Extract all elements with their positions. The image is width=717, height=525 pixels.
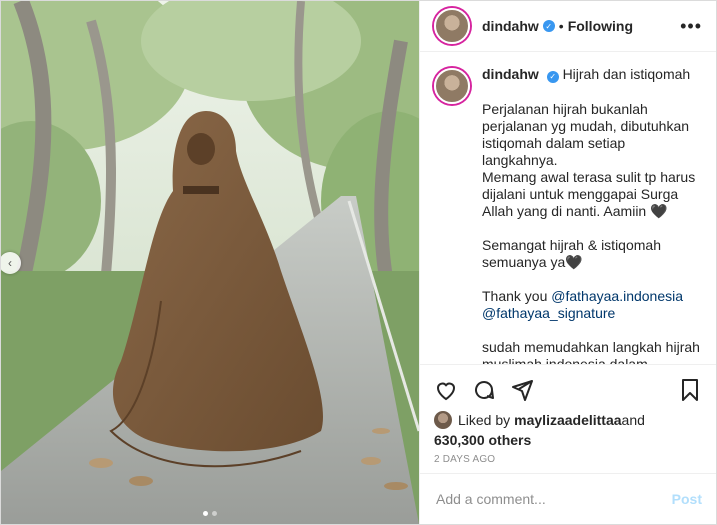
caption-title: Hijrah dan istiqomah [562, 66, 691, 82]
mention-link[interactable]: @fathayaa_signature [482, 305, 615, 321]
more-options-icon[interactable]: ••• [680, 16, 702, 37]
post-comment-button[interactable]: Post [672, 491, 702, 507]
following-button[interactable]: Following [568, 18, 633, 34]
caption-thanks: Thank you @fathayaa.indonesia @fathayaa_s… [482, 288, 702, 322]
liked-by-prefix: Liked by [458, 412, 511, 428]
post-dialog: ‹ dindahw ✓ • Following ••• dindahw ✓ Hi… [0, 0, 717, 525]
caption: dindahw ✓ Hijrah dan istiqomah Perjalana… [434, 66, 702, 364]
avatar[interactable] [434, 8, 470, 44]
caption-avatar[interactable] [434, 68, 470, 104]
mention-link[interactable]: @fathayaa.indonesia [551, 288, 683, 304]
post-header: dindahw ✓ • Following ••• [420, 1, 716, 52]
action-bar: Liked by maylizaadelittaa and 630,300 ot… [420, 364, 716, 473]
comment-input[interactable] [434, 490, 672, 508]
post-date[interactable]: 2 DAYS AGO [434, 454, 702, 465]
thanks-text: Thank you [482, 288, 552, 304]
add-comment-bar: Post [420, 473, 716, 524]
caption-paragraph: Perjalanan hijrah bukanlah perjalanan yg… [482, 101, 696, 219]
caption-paragraph: sudah memudahkan langkah hijrah muslimah… [482, 339, 700, 364]
likes-summary: Liked by maylizaadelittaa and [434, 411, 702, 429]
others-count[interactable]: 630,300 others [434, 432, 531, 448]
verified-badge-icon: ✓ [546, 70, 559, 83]
carousel-indicator [1, 511, 419, 516]
separator: • [558, 18, 564, 34]
carousel-dot [212, 511, 217, 516]
liker-avatar[interactable] [434, 411, 452, 429]
verified-badge-icon: ✓ [542, 20, 555, 32]
bookmark-icon[interactable] [678, 378, 702, 402]
heart-icon[interactable] [434, 378, 458, 402]
chevron-left-icon: ‹ [8, 256, 12, 270]
post-photo[interactable]: ‹ [1, 1, 419, 524]
carousel-dot [203, 511, 208, 516]
photo-illustration [1, 1, 419, 524]
likes-count[interactable]: 630,300 others [434, 432, 702, 448]
header-username[interactable]: dindahw [482, 18, 539, 34]
liked-by-user[interactable]: maylizaadelittaa [514, 412, 621, 428]
share-icon[interactable] [510, 378, 534, 402]
caption-paragraph: Semangat hijrah & istiqomah semuanya ya🖤 [482, 237, 661, 270]
caption-username[interactable]: dindahw [482, 66, 539, 82]
post-sidebar: dindahw ✓ • Following ••• dindahw ✓ Hijr… [419, 1, 716, 524]
comment-icon[interactable] [472, 378, 496, 402]
comments-area[interactable]: dindahw ✓ Hijrah dan istiqomah Perjalana… [420, 52, 716, 364]
and-label: and [621, 412, 645, 428]
